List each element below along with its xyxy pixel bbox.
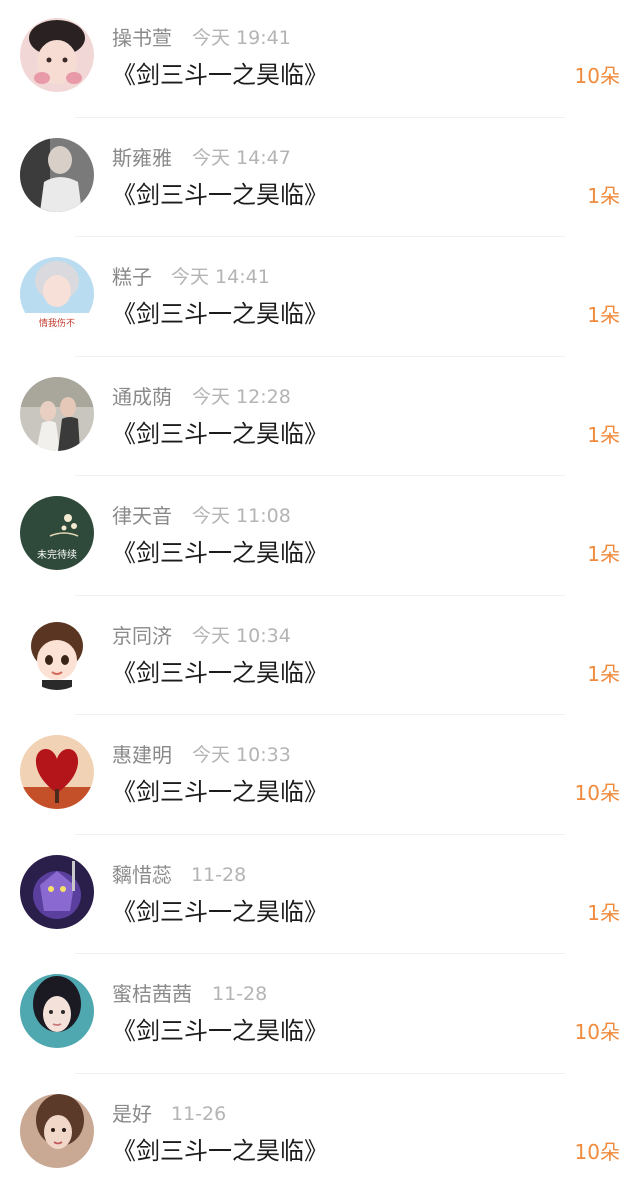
- flower-count: 1朵: [587, 661, 620, 686]
- flower-count: 10朵: [574, 64, 620, 88]
- user-name: 通成荫: [112, 384, 172, 409]
- list-item[interactable]: 是好 11-26 《剑三斗一之昊临》 10朵: [0, 1076, 640, 1195]
- user-name: 操书萱: [112, 26, 172, 50]
- avatar[interactable]: [20, 735, 94, 809]
- user-name: 京同济: [112, 623, 172, 648]
- user-name: 黐惜蕊: [112, 862, 172, 887]
- row-divider: [75, 475, 565, 476]
- avatar[interactable]: [20, 1093, 94, 1168]
- flower-count: 1朵: [587, 183, 620, 208]
- row-divider: [75, 355, 565, 357]
- list-item[interactable]: 京同济 今天 10:34 《剑三斗一之昊临》 1朵: [0, 598, 640, 718]
- avatar[interactable]: [20, 854, 94, 929]
- avatar[interactable]: 未完待续: [20, 496, 94, 570]
- book-title: 《剑三斗一之昊临》: [112, 897, 328, 926]
- book-title: 《剑三斗一之昊临》: [112, 778, 328, 806]
- row-divider: [75, 714, 565, 715]
- user-name: 律天音: [112, 504, 172, 528]
- timestamp: 今天 14:41: [171, 266, 270, 288]
- row-divider: [75, 833, 565, 835]
- flower-count: 1朵: [587, 542, 620, 566]
- timestamp: 今天 10:33: [192, 744, 291, 766]
- timestamp: 11-28: [212, 983, 268, 1005]
- book-title: 《剑三斗一之昊临》: [112, 180, 328, 209]
- avatar[interactable]: 情我伤不: [20, 257, 94, 331]
- avatar[interactable]: [20, 376, 94, 451]
- list-item[interactable]: 惠建明 今天 10:33 《剑三斗一之昊临》 10朵: [0, 717, 640, 837]
- list-item[interactable]: 未完待续 律天音 今天 11:08 《剑三斗一之昊临》 1朵: [0, 478, 640, 598]
- row-divider: [75, 1072, 565, 1074]
- row-divider: [75, 953, 565, 954]
- timestamp: 今天 12:28: [192, 385, 291, 408]
- book-title: 《剑三斗一之昊临》: [112, 419, 328, 448]
- avatar-caption: 未完待续: [37, 548, 77, 561]
- flower-count: 10朵: [574, 1139, 620, 1164]
- timestamp: 11-26: [171, 1102, 227, 1125]
- avatar[interactable]: [20, 974, 94, 1048]
- user-name: 糕子: [112, 265, 152, 289]
- list-item[interactable]: 通成荫 今天 12:28 《剑三斗一之昊临》 1朵: [0, 359, 640, 479]
- gift-list: 操书萱 今天 19:41 《剑三斗一之昊临》 10朵 斯雍雅 今天 14:47 …: [0, 0, 640, 1195]
- book-title: 《剑三斗一之昊临》: [112, 658, 328, 687]
- timestamp: 今天 14:47: [192, 146, 291, 169]
- user-name: 是好: [112, 1101, 152, 1126]
- row-divider: [75, 236, 565, 237]
- list-item[interactable]: 斯雍雅 今天 14:47 《剑三斗一之昊临》 1朵: [0, 120, 640, 240]
- timestamp: 今天 19:41: [192, 27, 291, 49]
- book-title: 《剑三斗一之昊临》: [112, 1017, 328, 1045]
- book-title: 《剑三斗一之昊临》: [112, 1136, 328, 1165]
- flower-count: 1朵: [587, 900, 620, 925]
- book-title: 《剑三斗一之昊临》: [112, 61, 328, 89]
- list-item[interactable]: 情我伤不 糕子 今天 14:41 《剑三斗一之昊临》 1朵: [0, 239, 640, 359]
- flower-count: 10朵: [574, 1020, 620, 1044]
- user-name: 斯雍雅: [112, 145, 172, 170]
- flower-count: 1朵: [587, 422, 620, 447]
- list-item[interactable]: 黐惜蕊 11-28 《剑三斗一之昊临》 1朵: [0, 837, 640, 957]
- avatar[interactable]: [20, 137, 94, 212]
- timestamp: 11-28: [191, 863, 247, 886]
- book-title: 《剑三斗一之昊临》: [112, 300, 328, 328]
- row-divider: [75, 116, 565, 118]
- avatar[interactable]: [20, 615, 94, 690]
- timestamp: 今天 11:08: [192, 505, 291, 527]
- row-divider: [75, 594, 565, 596]
- user-name: 惠建明: [112, 743, 172, 767]
- timestamp: 今天 10:34: [192, 624, 291, 647]
- avatar-caption: 情我伤不: [39, 317, 75, 329]
- avatar[interactable]: [20, 18, 94, 92]
- user-name: 蜜桔茜茜: [112, 982, 192, 1006]
- list-item[interactable]: 蜜桔茜茜 11-28 《剑三斗一之昊临》 10朵: [0, 956, 640, 1076]
- book-title: 《剑三斗一之昊临》: [112, 539, 328, 567]
- flower-count: 10朵: [574, 781, 620, 805]
- flower-count: 1朵: [587, 303, 620, 327]
- list-item[interactable]: 操书萱 今天 19:41 《剑三斗一之昊临》 10朵: [0, 0, 640, 120]
